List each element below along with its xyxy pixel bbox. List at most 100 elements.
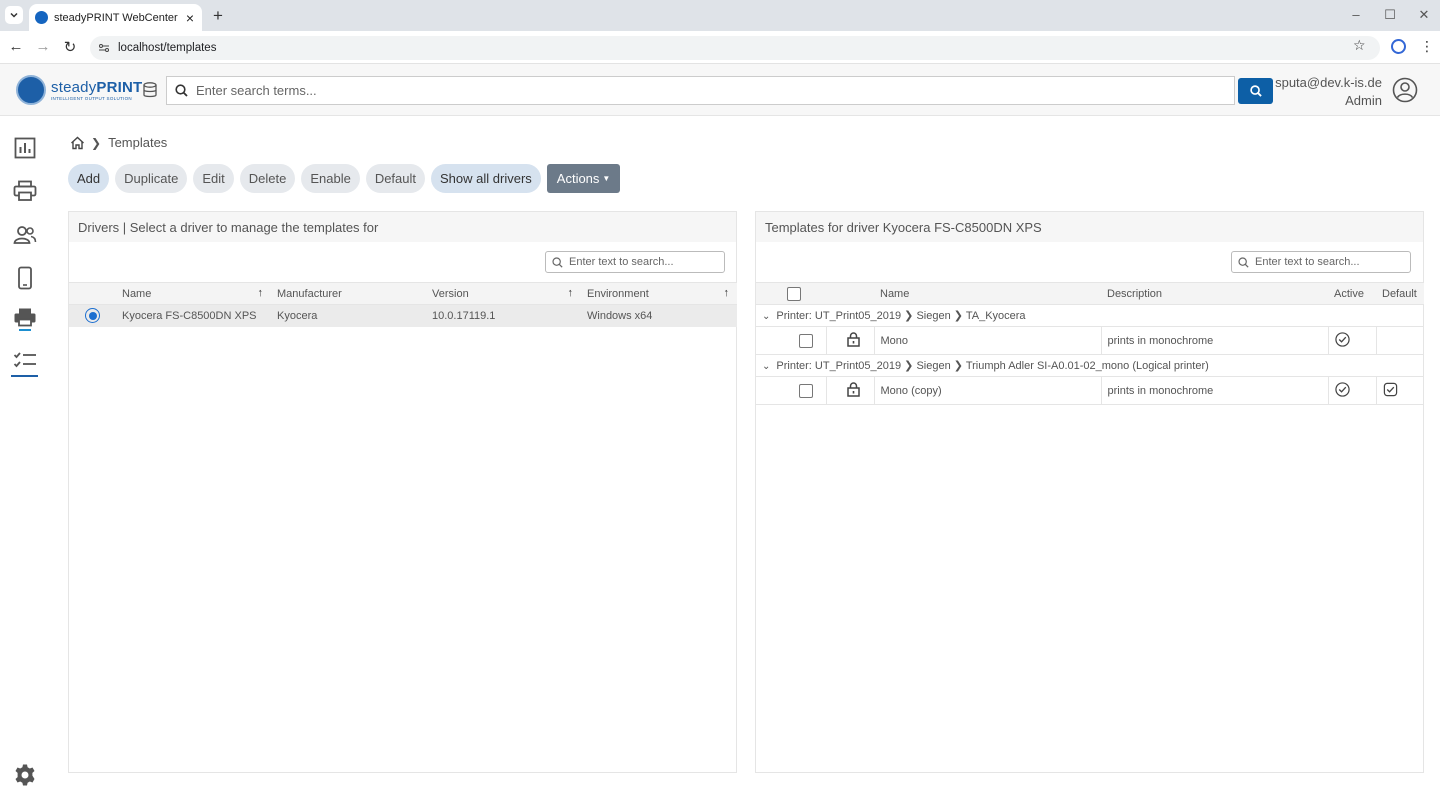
column-header-version[interactable]: Version ↑ — [426, 282, 581, 305]
browser-menu-icon[interactable]: ⋮ — [1420, 38, 1434, 55]
table-row[interactable]: Kyocera FS-C8500DN XPS Kyocera 10.0.1711… — [69, 304, 737, 327]
duplicate-button[interactable]: Duplicate — [115, 164, 188, 193]
browser-tab[interactable]: steadyPRINT WebCenter × — [29, 4, 202, 31]
templates-search-input[interactable] — [1255, 256, 1405, 268]
template-name-cell: Mono (copy) — [874, 376, 1102, 405]
row-select-cell[interactable] — [69, 304, 116, 327]
search-button[interactable] — [1238, 78, 1273, 104]
row-select-cell[interactable] — [756, 326, 827, 355]
sidebar-item-mobile[interactable] — [12, 265, 38, 291]
lock-icon — [846, 331, 860, 347]
tab-title: steadyPRINT WebCenter — [54, 11, 178, 24]
database-icon[interactable] — [143, 82, 157, 101]
drivers-table: Name ↑ Manufacturer Version ↑ Environment ↑… — [69, 282, 737, 327]
reload-icon[interactable]: ↻ — [61, 38, 79, 56]
home-icon[interactable] — [70, 136, 85, 150]
sidebar-item-users[interactable] — [12, 222, 38, 248]
sidebar-item-print-servers[interactable] — [12, 307, 38, 333]
column-header-manufacturer[interactable]: Manufacturer — [271, 282, 426, 305]
edit-button[interactable]: Edit — [193, 164, 234, 193]
group-row[interactable]: ⌄ Printer: UT_Print05_2019 ❯ Siegen ❯ TA_… — [756, 304, 1424, 327]
active-check-circle-icon — [1334, 331, 1350, 347]
chevron-down-icon[interactable]: ⌄ — [762, 311, 770, 322]
show-all-drivers-button[interactable]: Show all drivers — [431, 164, 541, 193]
lock-column-header — [826, 282, 874, 305]
steadyprint-logo[interactable]: steadyPRINT INTELLIGENT OUTPUT SOLUTION — [16, 75, 142, 105]
default-button[interactable]: Default — [365, 164, 426, 193]
bookmark-star-icon[interactable]: ☆ — [1353, 37, 1366, 54]
url-field[interactable]: localhost/templates — [90, 36, 1380, 60]
user-email: sputa@dev.k-is.de — [1275, 75, 1382, 90]
group-row[interactable]: ⌄ Printer: UT_Print05_2019 ❯ Siegen ❯ Tri… — [756, 354, 1424, 377]
drivers-search-input[interactable] — [569, 256, 719, 268]
table-row[interactable]: Mono prints in monochrome — [756, 326, 1424, 355]
column-header-active[interactable]: Active — [1328, 282, 1376, 305]
browser-address-bar: ← → ↻ localhost/templates ☆ ⋮ — [0, 31, 1440, 64]
logo-tagline: INTELLIGENT OUTPUT SOLUTION — [51, 96, 132, 101]
minimize-icon[interactable]: – — [1348, 7, 1364, 22]
enable-button[interactable]: Enable — [301, 164, 360, 193]
column-header-name[interactable]: Name — [874, 282, 1101, 305]
add-button[interactable]: Add — [68, 164, 110, 193]
sidebar-item-templates[interactable] — [12, 348, 38, 374]
template-description-cell: prints in monochrome — [1101, 326, 1329, 355]
select-all-checkbox[interactable] — [787, 286, 801, 301]
group-header[interactable]: ⌄ Printer: UT_Print05_2019 ❯ Siegen ❯ TA_… — [756, 304, 1424, 327]
column-header-name[interactable]: Name ↑ — [116, 282, 271, 305]
lock-cell — [826, 376, 875, 405]
drivers-search-field[interactable] — [545, 251, 725, 273]
table-row[interactable]: Mono (copy) prints in monochrome — [756, 376, 1424, 405]
row-checkbox[interactable] — [798, 383, 813, 398]
search-icon — [175, 84, 188, 97]
drivers-panel: Drivers | Select a driver to manage the … — [68, 211, 737, 773]
global-search-input[interactable] — [196, 83, 1196, 98]
toolbar: Add Duplicate Edit Delete Enable Default… — [68, 164, 626, 193]
printer-icon — [13, 180, 37, 201]
user-avatar-icon[interactable] — [1392, 77, 1418, 106]
delete-button[interactable]: Delete — [239, 164, 296, 193]
breadcrumb-separator-icon: ❯ — [91, 135, 102, 150]
favicon-icon — [35, 11, 48, 24]
maximize-icon[interactable]: ☐ — [1382, 7, 1398, 23]
lock-icon — [846, 381, 860, 397]
default-cell — [1376, 326, 1424, 355]
url-text: localhost/templates — [118, 42, 217, 54]
back-icon[interactable]: ← — [7, 38, 25, 55]
global-search-field[interactable] — [166, 76, 1235, 105]
sidebar-item-printers[interactable] — [12, 178, 38, 204]
breadcrumb: ❯ Templates — [70, 135, 167, 150]
browser-profile-icon[interactable] — [1391, 39, 1406, 54]
new-tab-icon[interactable]: + — [210, 6, 226, 26]
sort-arrow-icon[interactable]: ↑ — [258, 287, 264, 299]
driver-version-cell: 10.0.17119.1 — [426, 304, 581, 327]
group-label: Printer: UT_Print05_2019 ❯ Siegen ❯ TA_K… — [776, 310, 1026, 322]
row-select-cell[interactable] — [756, 376, 827, 405]
close-tab-icon[interactable]: × — [182, 10, 198, 26]
site-info-icon[interactable] — [98, 42, 110, 54]
row-checkbox[interactable] — [798, 333, 813, 348]
driver-environment-cell: Windows x64 — [581, 304, 737, 327]
forward-icon[interactable]: → — [34, 38, 52, 55]
dashboard-chart-icon — [14, 137, 36, 159]
user-role: Admin — [1345, 93, 1382, 108]
chevron-down-icon[interactable]: ⌄ — [762, 361, 770, 372]
users-icon — [13, 226, 37, 244]
column-header-environment[interactable]: Environment ↑ — [581, 282, 737, 305]
caret-down-icon: ▼ — [602, 174, 611, 183]
row-radio-selected[interactable] — [85, 308, 100, 324]
column-header-description[interactable]: Description — [1101, 282, 1328, 305]
sidebar-item-dashboard[interactable] — [12, 135, 38, 161]
actions-dropdown-button[interactable]: Actions ▼ — [546, 164, 621, 193]
sidebar-active-indicator — [11, 375, 38, 377]
sort-arrow-icon[interactable]: ↑ — [724, 287, 730, 299]
sort-arrow-icon[interactable]: ↑ — [568, 287, 574, 299]
actions-label: Actions — [556, 171, 600, 186]
tab-search-button[interactable] — [5, 6, 23, 24]
active-check-circle-icon — [1334, 381, 1350, 397]
sidebar-item-settings[interactable] — [12, 762, 38, 788]
group-header[interactable]: ⌄ Printer: UT_Print05_2019 ❯ Siegen ❯ Tri… — [756, 354, 1424, 377]
window-close-icon[interactable]: ✕ — [1416, 7, 1432, 23]
column-header-default[interactable]: Default — [1376, 282, 1424, 305]
templates-search-field[interactable] — [1231, 251, 1411, 273]
gear-icon — [15, 764, 35, 786]
